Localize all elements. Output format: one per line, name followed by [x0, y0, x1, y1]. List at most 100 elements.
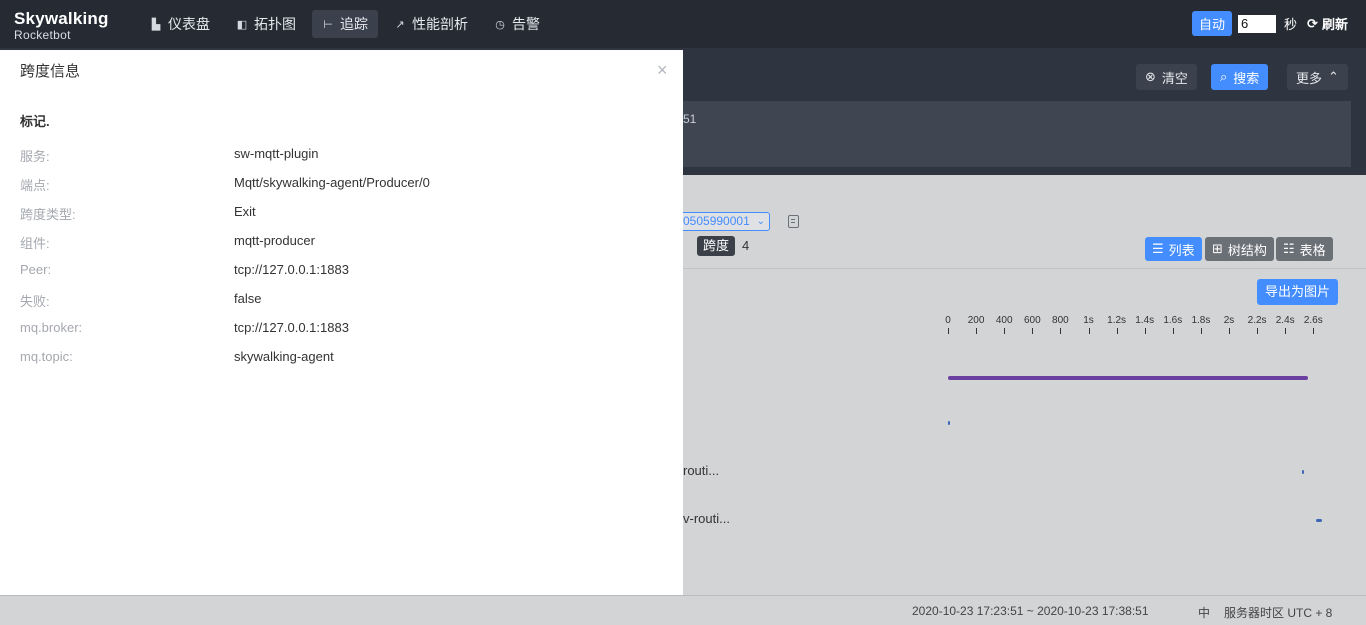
nav-label: 告警 [512, 16, 540, 32]
view-table-label: 表格 [1299, 242, 1326, 258]
field-row: 跨度类型: Exit [0, 204, 683, 224]
field-key: 服务: [20, 149, 50, 164]
nav-alarm[interactable]: ◷ 告警 [484, 10, 550, 38]
span-info-drawer: 跨度信息 × 标记. 服务: sw-mqtt-plugin 端点: Mqtt/skyw… [0, 50, 683, 595]
span-row-label[interactable]: v-routi... [683, 511, 730, 526]
axis-tick-mark [1060, 328, 1062, 334]
refresh-button[interactable]: ⟳ 刷新 [1307, 14, 1348, 33]
view-table-button[interactable]: ☷ 表格 [1276, 237, 1333, 261]
field-value: tcp://127.0.0.1:1883 [234, 262, 349, 277]
span-row-label[interactable]: routi... [683, 463, 719, 478]
span-bar[interactable] [948, 376, 1308, 380]
more-label: 更多 [1296, 70, 1323, 86]
field-row: 端点: Mqtt/skywalking-agent/Producer/0 [0, 175, 683, 195]
view-list-button[interactable]: ☰ 列表 [1145, 237, 1202, 261]
nav-dashboard[interactable]: ▙ 仪表盘 [140, 10, 220, 38]
chevron-down-icon: ⌄ [756, 216, 765, 227]
divider [683, 268, 1366, 269]
field-value: tcp://127.0.0.1:1883 [234, 320, 349, 335]
axis-tick-label: 1.8s [1191, 315, 1211, 326]
list-icon: ☰ [1152, 241, 1164, 256]
view-tree-label: 树结构 [1227, 242, 1267, 258]
search-panel: 51 [683, 101, 1351, 167]
search-icon: ⌕ [1220, 69, 1228, 84]
field-key: Peer: [20, 262, 52, 277]
axis-tick-mark [1313, 328, 1315, 334]
axis-tick-label: 0 [945, 315, 951, 326]
axis-tick-mark [1032, 328, 1034, 334]
nav-label: 拓扑图 [254, 16, 296, 32]
brand-subtitle: Rocketbot [14, 28, 71, 42]
trace-id-select[interactable]: 0505990001 ⌄ [672, 212, 770, 231]
field-key: 跨度类型: [20, 207, 76, 222]
field-value: sw-mqtt-plugin [234, 146, 319, 161]
axis-tick-mark [1200, 328, 1202, 334]
main-nav: ▙ 仪表盘 ◧ 拓扑图 ⊢ 追踪 ↗ 性能剖析 ◷ 告警 [140, 10, 550, 38]
axis-tick-mark [1172, 328, 1174, 334]
top-bar: Skywalking Rocketbot ▙ 仪表盘 ◧ 拓扑图 ⊢ 追踪 ↗ 性能剖析… [0, 0, 1366, 48]
footer: 2020-10-23 17:23:51 ~ 2020-10-23 17:38:5… [0, 595, 1366, 625]
axis-tick-label: 1.2s [1107, 315, 1127, 326]
axis-tick-mark [1229, 328, 1230, 334]
axis-tick-mark [1116, 328, 1118, 334]
nav-label: 追踪 [340, 16, 368, 32]
tags-title: 标记. [20, 114, 50, 129]
timezone: 服务器时区 UTC + 8 [1224, 606, 1333, 620]
brand-name: Skywalking [14, 9, 109, 28]
field-value: skywalking-agent [234, 349, 334, 364]
axis-tick-label: 1s [1083, 315, 1094, 326]
more-button[interactable]: 更多 ⌃ [1287, 64, 1348, 90]
topology-icon: ◧ [236, 18, 248, 31]
field-row: mq.broker: tcp://127.0.0.1:1883 [0, 320, 683, 340]
field-row: Peer: tcp://127.0.0.1:1883 [0, 262, 683, 282]
field-row: 组件: mqtt-producer [0, 233, 683, 253]
drawer-title: 跨度信息 [20, 63, 81, 80]
close-icon[interactable]: × [657, 60, 668, 81]
span-bar[interactable] [1301, 470, 1304, 474]
axis-tick-label: 600 [1023, 315, 1041, 326]
field-row: mq.topic: skywalking-agent [0, 349, 683, 369]
field-value: Mqtt/skywalking-agent/Producer/0 [234, 175, 430, 190]
axis-tick-label: 200 [967, 315, 985, 326]
clear-button[interactable]: ⊗ 清空 [1136, 64, 1197, 90]
axis-tick-label: 1.4s [1135, 315, 1155, 326]
export-image-button[interactable]: 导出为图片 [1257, 279, 1339, 305]
timeline-axis: 0 200 400 600 800 1s 1.2s 1.4s 1.6s 1.8s 2s 2.2s 2.4… [938, 315, 1338, 335]
axis-tick-mark [1257, 328, 1259, 334]
clear-label: 清空 [1161, 70, 1188, 86]
axis-tick-label: 2.6s [1303, 315, 1323, 326]
axis-tick-label: 2.4s [1275, 315, 1295, 326]
span-bar[interactable] [948, 421, 950, 425]
axis-tick-label: 2s [1223, 315, 1235, 326]
seconds-label: 秒 [1284, 17, 1298, 32]
axis-tick-mark [1144, 328, 1146, 334]
brand-logo[interactable]: Skywalking Rocketbot [14, 9, 109, 42]
table-icon: ☷ [1283, 241, 1295, 256]
axis-tick-mark [976, 328, 978, 334]
chevron-up-icon: ⌃ [1328, 69, 1339, 84]
nav-label: 性能剖析 [412, 16, 468, 32]
profile-icon: ↗ [395, 18, 405, 31]
auto-button[interactable]: 自动 [1192, 11, 1233, 36]
language-switch[interactable]: 中 [1198, 604, 1210, 621]
nav-label: 仪表盘 [168, 16, 210, 32]
trace-icon: ⊢ [323, 18, 333, 31]
field-row: 服务: sw-mqtt-plugin [0, 146, 683, 166]
field-key: mq.topic: [20, 349, 73, 364]
nav-topology[interactable]: ◧ 拓扑图 [226, 10, 306, 38]
nav-trace[interactable]: ⊢ 追踪 [312, 10, 378, 38]
view-tree-button[interactable]: ⊞ 树结构 [1205, 237, 1274, 261]
alarm-icon: ◷ [495, 18, 505, 31]
search-button[interactable]: ⌕ 搜索 [1211, 64, 1269, 90]
nav-profile[interactable]: ↗ 性能剖析 [384, 10, 478, 38]
refresh-label: 刷新 [1321, 17, 1348, 32]
trace-id-value: 0505990001 [683, 214, 750, 228]
interval-input[interactable] [1238, 14, 1277, 33]
clear-icon: ⊗ [1145, 69, 1156, 84]
time-range[interactable]: 2020-10-23 17:23:51 ~ 2020-10-23 17:38:5… [912, 604, 1149, 618]
field-value: false [234, 291, 262, 306]
copy-icon[interactable] [788, 215, 799, 228]
field-key: 组件: [20, 236, 50, 251]
field-value: mqtt-producer [234, 233, 315, 248]
span-bar[interactable] [1316, 519, 1322, 522]
